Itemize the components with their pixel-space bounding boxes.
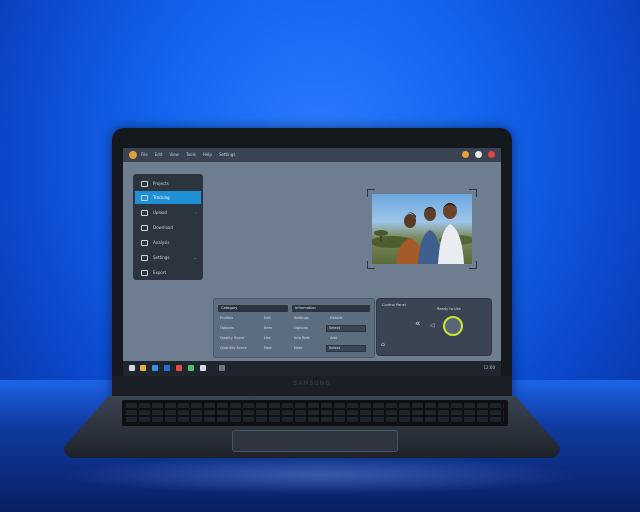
select-dropdown[interactable]: Select <box>326 325 366 332</box>
sidebar-item-label: Upload <box>153 210 168 215</box>
sidebar-item-label: Settings <box>153 255 170 260</box>
sidebar-item-label: Export <box>153 270 167 275</box>
menu-view[interactable]: View <box>169 151 179 159</box>
chart-icon <box>141 239 148 246</box>
table-cell: Item <box>264 326 273 330</box>
sidebar-item-label: Download <box>153 225 173 230</box>
folder-icon <box>141 180 148 187</box>
gear-icon <box>141 254 148 261</box>
table-cell[interactable]: Add <box>330 336 337 340</box>
chevron-down-icon: ⌄ <box>193 255 197 260</box>
table-cell: Details <box>330 316 343 320</box>
sidebar-item-download[interactable]: Download <box>135 221 201 234</box>
key-row <box>126 417 504 422</box>
app-icon[interactable] <box>219 365 225 371</box>
control-panel: Control Panel Ready to Use « ◁ ⌂ <box>376 298 492 356</box>
table-cell: Profiles <box>220 316 234 320</box>
sidebar-item-label: Projects <box>153 181 169 186</box>
menu-edit[interactable]: Edit <box>155 151 163 159</box>
laptop-chin: SAMSUNG <box>112 376 512 398</box>
app-titlebar: File Edit View Tools Help Settings <box>123 148 501 162</box>
table-cell: Options <box>220 326 234 330</box>
sidebar-item-upload[interactable]: Upload › <box>135 206 201 219</box>
key-row <box>126 403 504 408</box>
chevron-right-icon: › <box>195 210 197 215</box>
download-icon <box>141 224 148 231</box>
table-cell: Note <box>294 346 303 350</box>
taskbar: 12:00 <box>123 361 501 376</box>
app-icon[interactable] <box>200 365 206 371</box>
table-header-category[interactable]: Category <box>218 305 288 312</box>
start-icon[interactable] <box>129 365 135 371</box>
sidebar: Projects Tracking Upload › Download Anal… <box>133 174 203 280</box>
taskbar-clock[interactable]: 12:00 <box>483 365 495 370</box>
table-cell: New <box>264 346 272 350</box>
home-icon[interactable]: ⌂ <box>381 341 385 348</box>
keyboard <box>122 400 508 426</box>
upload-icon <box>141 209 148 216</box>
image-preview[interactable] <box>367 189 477 269</box>
sidebar-item-label: Analysis <box>153 240 170 245</box>
menu-help[interactable]: Help <box>203 151 212 159</box>
table-cell: Info Rule <box>294 336 310 340</box>
data-table-panel: Category Information Profiles Edit Setti… <box>213 298 375 358</box>
maximize-button[interactable] <box>475 151 482 158</box>
menu-tools[interactable]: Tools <box>186 151 196 159</box>
sidebar-item-label: Tracking <box>153 195 170 200</box>
table-cell: Use <box>264 336 271 340</box>
table-cell: Quantity Score <box>220 346 247 350</box>
menu-file[interactable]: File <box>141 151 148 159</box>
app-icon[interactable] <box>164 365 170 371</box>
export-icon <box>141 269 148 276</box>
sidebar-item-export[interactable]: Export <box>135 266 201 279</box>
minimize-button[interactable] <box>462 151 469 158</box>
app-icon[interactable] <box>188 365 194 371</box>
menu-bar: File Edit View Tools Help Settings <box>141 151 235 159</box>
table-cell: Options <box>294 326 308 330</box>
app-icon[interactable] <box>140 365 146 371</box>
app-logo-icon <box>129 151 137 159</box>
header-label: Information <box>295 306 316 310</box>
laptop-screen: File Edit View Tools Help Settings Proje… <box>123 148 501 376</box>
select-dropdown[interactable]: Select <box>326 345 366 352</box>
sidebar-item-tracking[interactable]: Tracking <box>135 191 201 204</box>
menu-settings[interactable]: Settings <box>219 151 235 159</box>
monitor-icon <box>141 194 148 201</box>
control-panel-status: Ready to Use <box>437 307 461 311</box>
volume-dial[interactable] <box>443 316 463 336</box>
brand-logo: SAMSUNG <box>293 380 331 387</box>
close-button[interactable] <box>488 151 495 158</box>
sidebar-item-analysis[interactable]: Analysis <box>135 236 201 249</box>
sidebar-item-projects[interactable]: Projects <box>135 177 201 190</box>
control-panel-title: Control Panel <box>382 303 406 307</box>
sidebar-item-settings[interactable]: Settings ⌄ <box>135 251 201 264</box>
people-photo-illustration <box>372 203 472 264</box>
key-row <box>126 410 504 415</box>
group-photo <box>372 194 472 264</box>
table-header-information[interactable]: Information <box>292 305 370 312</box>
window-controls <box>462 151 495 158</box>
select-value: Select <box>329 346 341 350</box>
select-value: Select <box>329 326 341 330</box>
app-icon[interactable] <box>152 365 158 371</box>
table-cell: Edit <box>264 316 271 320</box>
table-cell: Settings <box>294 316 309 320</box>
volume-icon[interactable]: ◁ <box>430 322 435 329</box>
desk-reflection <box>60 455 580 495</box>
header-label: Category <box>221 306 238 310</box>
chevron-left-icon[interactable]: « <box>415 319 421 329</box>
trackpad <box>232 430 398 452</box>
table-cell: Quality Score <box>220 336 245 340</box>
app-icon[interactable] <box>176 365 182 371</box>
